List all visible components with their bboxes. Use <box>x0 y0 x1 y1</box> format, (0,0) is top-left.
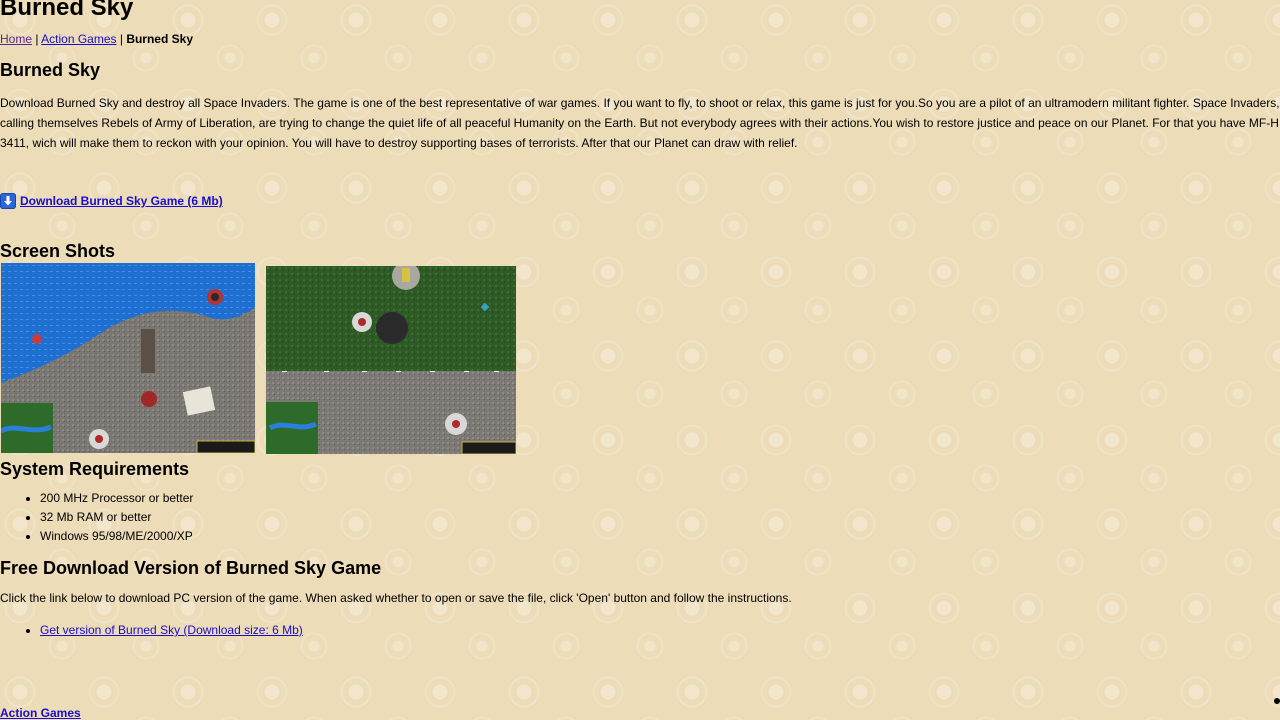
list-item: 32 Mb RAM or better <box>40 508 193 527</box>
screenshot-2[interactable] <box>266 266 516 454</box>
download-line: Download Burned Sky Game (6 Mb) <box>0 193 223 209</box>
breadcrumb-category-link[interactable]: Action Games <box>41 32 116 46</box>
screenshots-heading: Screen Shots <box>0 241 116 261</box>
breadcrumb-home-link[interactable]: Home <box>0 32 32 46</box>
get-version-link[interactable]: Get version of Burned Sky (Download size… <box>40 623 303 637</box>
page-title: Burned Sky <box>0 0 134 21</box>
list-item: 200 MHz Processor or better <box>40 489 193 508</box>
requirements-list: 200 MHz Processor or better 32 Mb RAM or… <box>0 489 193 546</box>
free-download-instructions: Click the link below to download PC vers… <box>0 591 792 605</box>
download-game-link[interactable]: Download Burned Sky Game (6 Mb) <box>20 194 223 208</box>
page-corner-marker <box>1274 698 1280 704</box>
list-item: Windows 95/98/ME/2000/XP <box>40 527 193 546</box>
breadcrumb-current: Burned Sky <box>126 32 193 46</box>
download-links-list: Get version of Burned Sky (Download size… <box>0 621 303 640</box>
requirements-heading: System Requirements <box>0 459 190 479</box>
action-games-link[interactable]: Action Games <box>0 706 81 720</box>
download-arrow-icon[interactable] <box>0 193 16 209</box>
list-item: Get version of Burned Sky (Download size… <box>40 621 303 640</box>
breadcrumb-separator: | <box>116 32 127 46</box>
free-download-heading: Free Download Version of Burned Sky Game <box>0 558 382 578</box>
breadcrumb-separator: | <box>32 32 42 46</box>
screenshot-1[interactable] <box>1 263 255 453</box>
game-title: Burned Sky <box>0 60 101 80</box>
game-description: Download Burned Sky and destroy all Spac… <box>0 96 1280 150</box>
breadcrumb: Home | Action Games | Burned Sky <box>0 32 193 46</box>
